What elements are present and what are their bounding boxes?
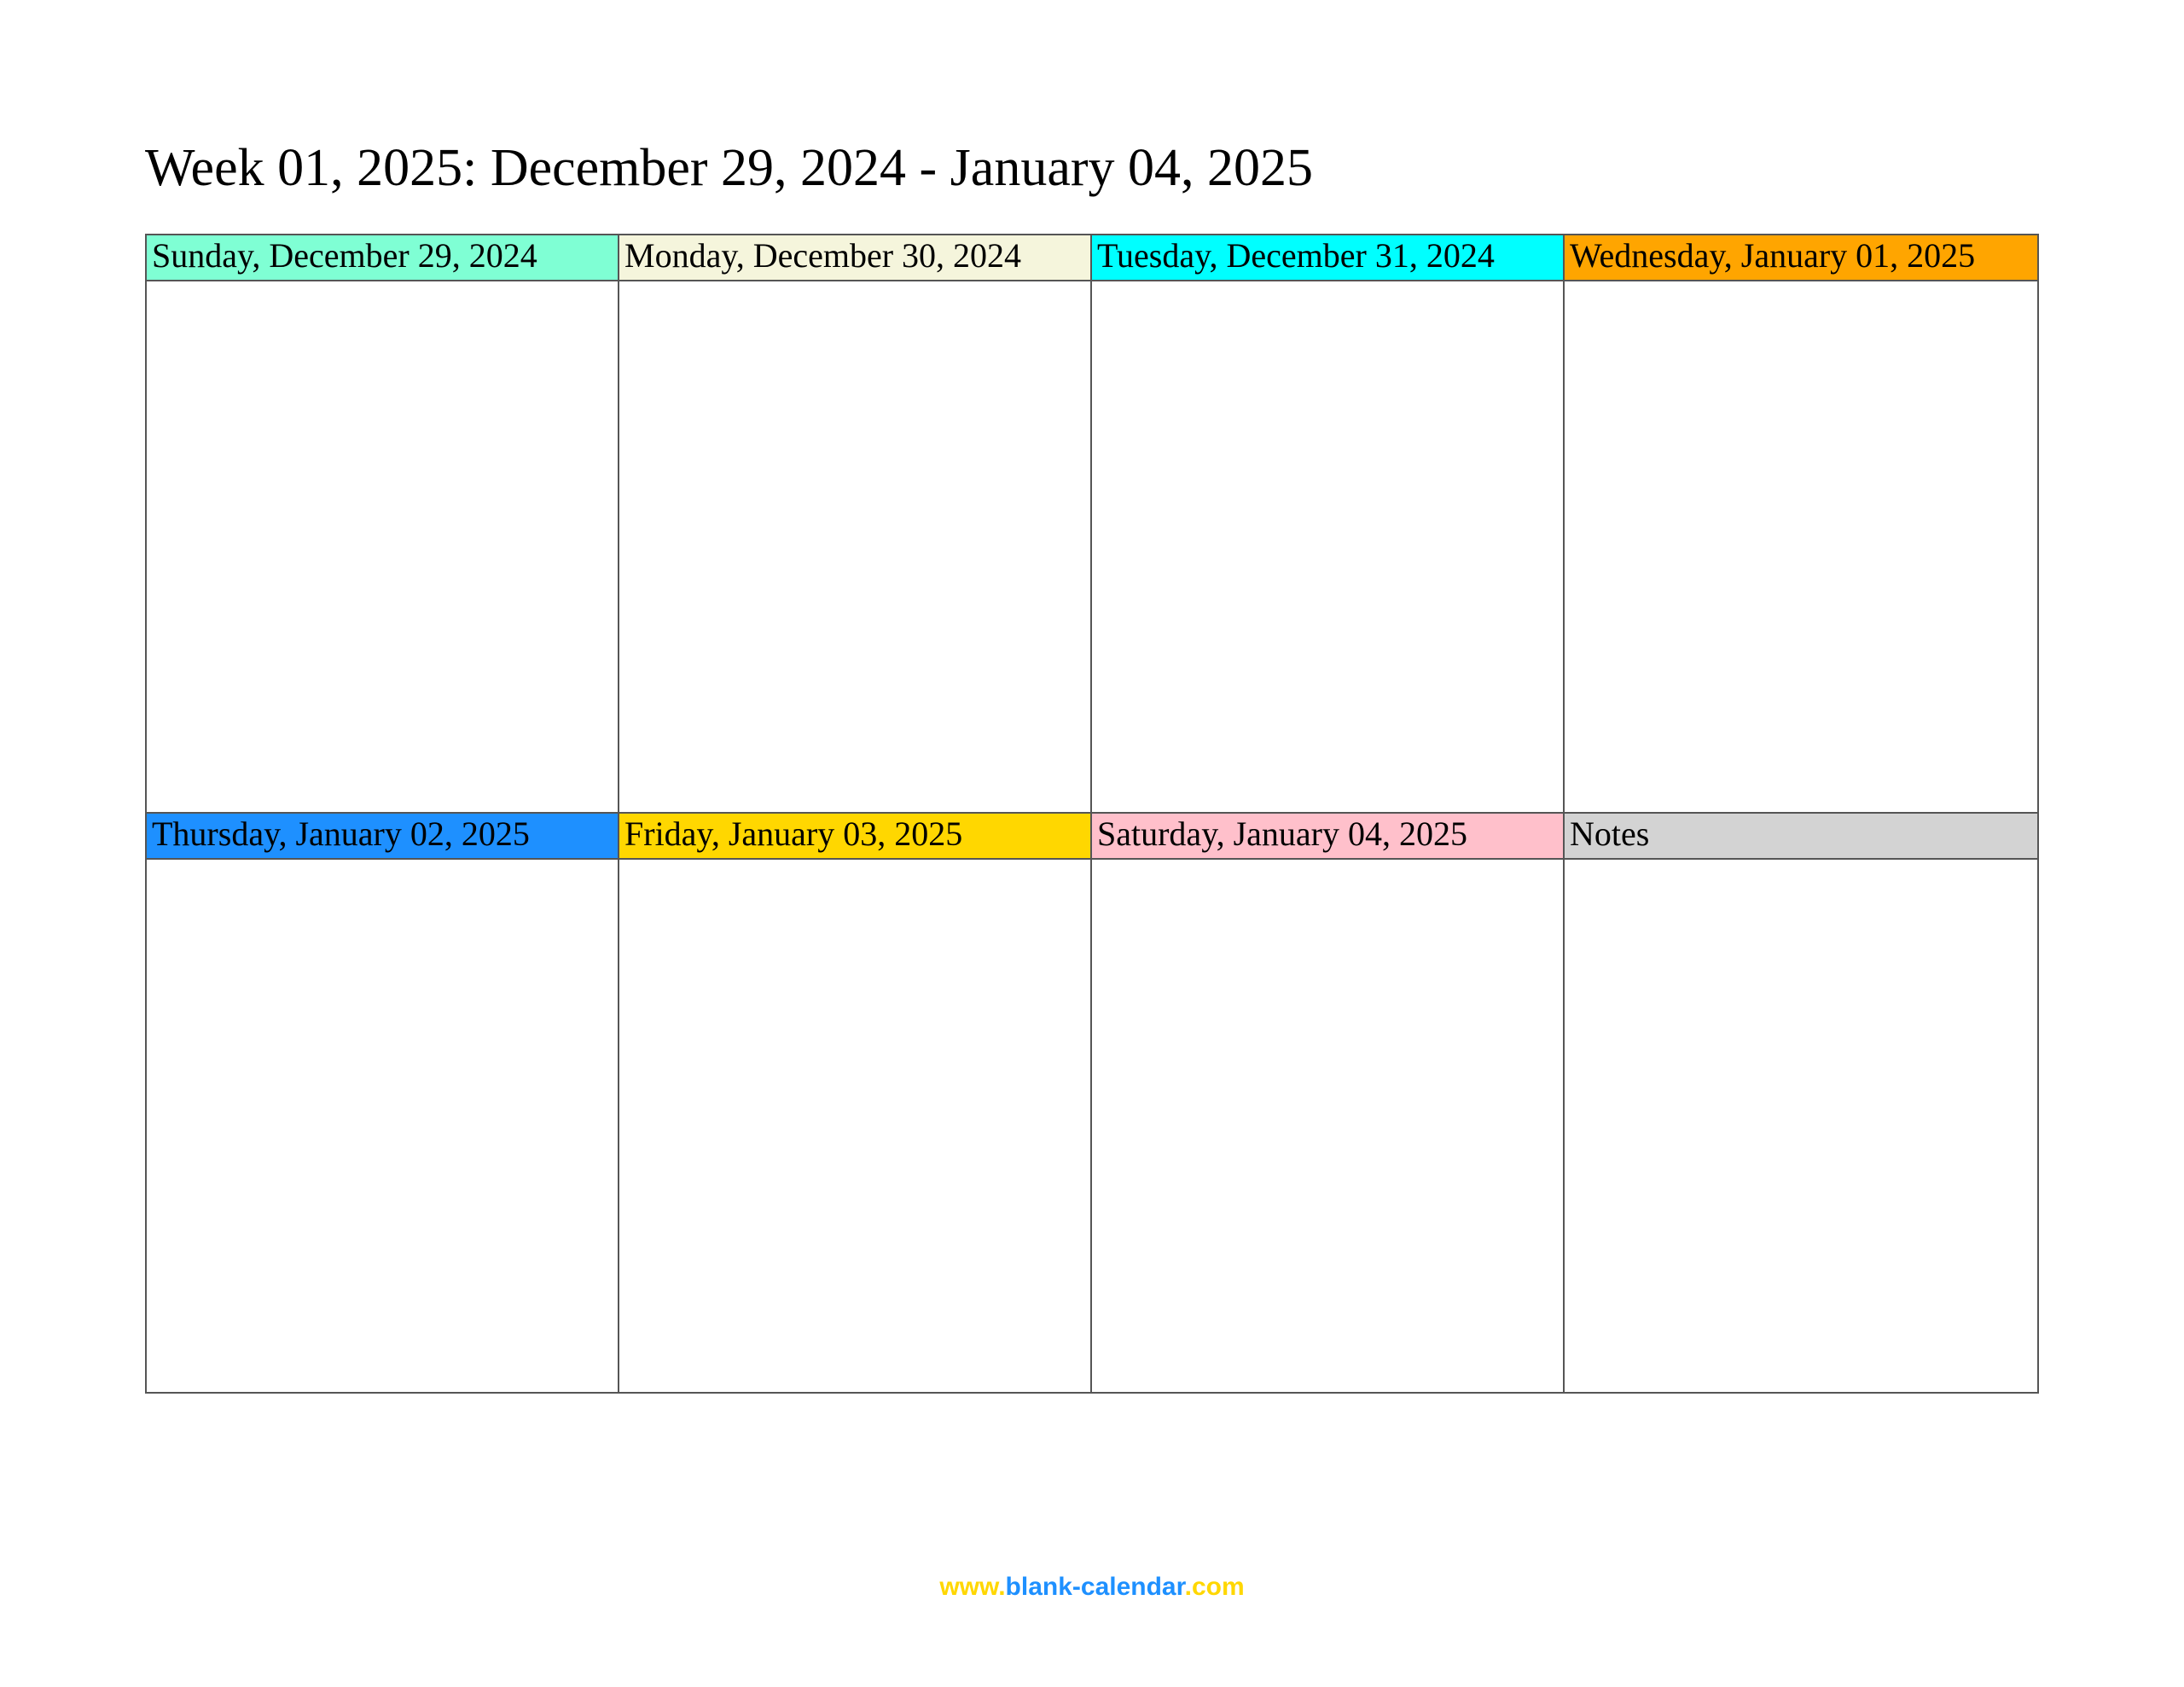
day-cell-wednesday[interactable] bbox=[1565, 281, 2037, 814]
footer-part-www: www. bbox=[939, 1573, 1005, 1601]
day-cell-sunday[interactable] bbox=[147, 281, 619, 814]
notes-header: Notes bbox=[1565, 814, 2037, 860]
footer-part-tld: .com bbox=[1185, 1573, 1245, 1601]
page-title: Week 01, 2025: December 29, 2024 - Janua… bbox=[145, 136, 2039, 200]
day-header-thursday: Thursday, January 02, 2025 bbox=[147, 814, 619, 860]
day-header-tuesday: Tuesday, December 31, 2024 bbox=[1092, 235, 1565, 281]
day-header-monday: Monday, December 30, 2024 bbox=[619, 235, 1092, 281]
day-cell-tuesday[interactable] bbox=[1092, 281, 1565, 814]
calendar-grid: Sunday, December 29, 2024 Monday, Decemb… bbox=[145, 234, 2039, 1394]
day-cell-monday[interactable] bbox=[619, 281, 1092, 814]
footer-link[interactable]: www.blank-calendar.com bbox=[0, 1573, 2184, 1602]
day-header-sunday: Sunday, December 29, 2024 bbox=[147, 235, 619, 281]
day-header-wednesday: Wednesday, January 01, 2025 bbox=[1565, 235, 2037, 281]
day-cell-friday[interactable] bbox=[619, 860, 1092, 1392]
footer-part-domain: blank-calendar bbox=[1006, 1573, 1185, 1601]
weekly-calendar-page: Week 01, 2025: December 29, 2024 - Janua… bbox=[0, 0, 2184, 1687]
day-header-saturday: Saturday, January 04, 2025 bbox=[1092, 814, 1565, 860]
day-cell-saturday[interactable] bbox=[1092, 860, 1565, 1392]
day-cell-thursday[interactable] bbox=[147, 860, 619, 1392]
day-header-friday: Friday, January 03, 2025 bbox=[619, 814, 1092, 860]
notes-cell[interactable] bbox=[1565, 860, 2037, 1392]
